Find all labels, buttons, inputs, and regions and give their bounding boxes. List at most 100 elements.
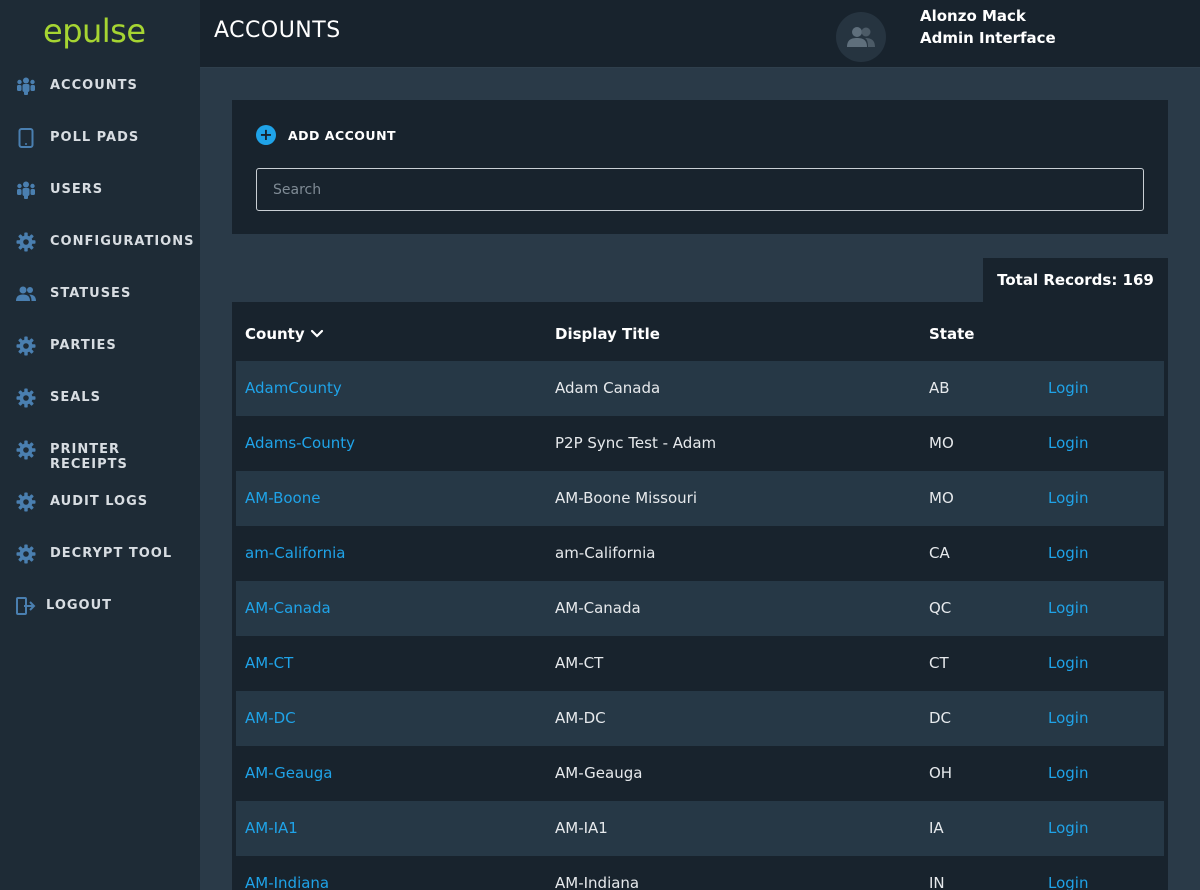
table-row: AM-CT AM-CT CT Login [236,636,1164,691]
table-row: AM-Geauga AM-Geauga OH Login [236,746,1164,801]
sidebar-item-statuses[interactable]: STATUSES [0,273,200,313]
avatar[interactable] [836,12,886,62]
sidebar-item-label: PRINTER RECEIPTS [50,442,128,472]
login-link[interactable]: Login [1048,874,1088,890]
state-cell: CA [929,544,950,562]
gear-icon [16,492,36,512]
display-title-cell: AM-Geauga [555,764,643,782]
gear-icon [16,440,36,460]
table-row: AM-Canada AM-Canada QC Login [236,581,1164,636]
table-row: Adams-County P2P Sync Test - Adam MO Login [236,416,1164,471]
login-link[interactable]: Login [1048,544,1088,562]
display-title-column-header: Display Title [555,325,660,343]
county-link[interactable]: AdamCounty [245,379,342,397]
search-input[interactable] [256,168,1144,211]
table-row: AM-Indiana AM-Indiana IN Login [236,856,1164,890]
county-link[interactable]: AM-Geauga [245,764,332,782]
sidebar-item-configurations[interactable]: CONFIGURATIONS [0,221,200,261]
county-link[interactable]: AM-Canada [245,599,331,617]
state-cell: OH [929,764,953,782]
sidebar-item-accounts[interactable]: ACCOUNTS [0,65,200,105]
display-title-cell: am-California [555,544,656,562]
sidebar: epulse ACCOUNTS POLL PADS USERS CONFIGURATI… [0,0,200,890]
display-title-cell: AM-DC [555,709,606,727]
state-column-header: State [929,325,975,343]
add-account-button[interactable]: + ADD ACCOUNT [256,124,396,146]
login-link[interactable]: Login [1048,819,1088,837]
gear-icon [16,388,36,408]
user-role: Admin Interface [920,29,1056,47]
display-title-cell: P2P Sync Test - Adam [555,434,717,452]
display-title-cell: AM-Boone Missouri [555,489,697,507]
county-link[interactable]: AM-Boone [245,489,320,507]
county-link[interactable]: am-California [245,544,345,562]
add-account-label: ADD ACCOUNT [288,127,397,143]
sidebar-item-logout[interactable]: LOGOUT [0,585,200,625]
total-records-badge: Total Records: 169 [983,258,1168,302]
display-title-cell: AM-Canada [555,599,641,617]
people-icon [16,284,36,304]
login-link[interactable]: Login [1048,489,1088,507]
display-title-cell: Adam Canada [555,379,661,397]
county-link[interactable]: AM-CT [245,654,293,672]
sidebar-item-audit-logs[interactable]: AUDIT LOGS [0,481,200,521]
users-avatar-icon [847,27,875,47]
sidebar-item-users[interactable]: USERS [0,169,200,209]
state-cell: IA [929,819,944,837]
plus-circle-icon: + [256,125,276,145]
sidebar-item-label: DECRYPT TOOL [50,546,173,561]
sidebar-item-decrypt-tool[interactable]: DECRYPT TOOL [0,533,200,573]
county-column-header[interactable]: County [245,325,324,343]
table-row: AM-Boone AM-Boone Missouri MO Login [236,471,1164,526]
login-link[interactable]: Login [1048,379,1088,397]
state-cell: QC [929,599,952,617]
top-header: ACCOUNTS Alonzo Mack Admin Interface [200,0,1200,68]
logout-icon [16,596,36,616]
login-link[interactable]: Login [1048,764,1088,782]
page-title: ACCOUNTS [214,18,341,43]
login-link[interactable]: Login [1048,599,1088,617]
sidebar-item-label: SEALS [50,390,101,405]
table-row: AM-DC AM-DC DC Login [236,691,1164,746]
state-cell: IN [929,874,945,890]
login-link[interactable]: Login [1048,654,1088,672]
users-icon [16,76,36,96]
table-row: am-California am-California CA Login [236,526,1164,581]
gear-icon [16,336,36,356]
sidebar-item-parties[interactable]: PARTIES [0,325,200,365]
sidebar-item-label: PARTIES [50,338,117,353]
county-header-label: County [245,325,305,343]
state-cell: MO [929,434,954,452]
display-title-cell: AM-IA1 [555,819,608,837]
users-icon [16,180,36,200]
state-cell: AB [929,379,950,397]
login-link[interactable]: Login [1048,434,1088,452]
sidebar-item-label: ACCOUNTS [50,78,138,93]
sidebar-item-seals[interactable]: SEALS [0,377,200,417]
login-link[interactable]: Login [1048,709,1088,727]
tablet-icon [16,128,36,148]
app-logo[interactable]: epulse [43,12,146,50]
state-cell: MO [929,489,954,507]
display-title-cell: AM-Indiana [555,874,640,890]
user-name: Alonzo Mack [920,7,1026,25]
county-link[interactable]: Adams-County [245,434,355,452]
county-link[interactable]: AM-Indiana [245,874,329,890]
account-actions-panel: + ADD ACCOUNT [232,100,1168,234]
chevron-down-icon [310,329,323,338]
gear-icon [16,232,36,252]
table-row: AM-IA1 AM-IA1 IA Login [236,801,1164,856]
state-cell: CT [929,654,949,672]
sidebar-item-label: AUDIT LOGS [50,494,149,509]
sidebar-item-poll-pads[interactable]: POLL PADS [0,117,200,157]
sidebar-item-printer-receipts[interactable]: PRINTER RECEIPTS [0,429,200,472]
county-link[interactable]: AM-DC [245,709,296,727]
accounts-table: County Display Title State AdamCounty Ada… [232,302,1168,890]
sidebar-item-label: LOGOUT [46,598,113,613]
county-link[interactable]: AM-IA1 [245,819,298,837]
display-title-cell: AM-CT [555,654,604,672]
sidebar-item-label: STATUSES [50,286,132,301]
table-row: AdamCounty Adam Canada AB Login [236,361,1164,416]
state-cell: DC [929,709,952,727]
sidebar-item-label: CONFIGURATIONS [50,234,195,249]
